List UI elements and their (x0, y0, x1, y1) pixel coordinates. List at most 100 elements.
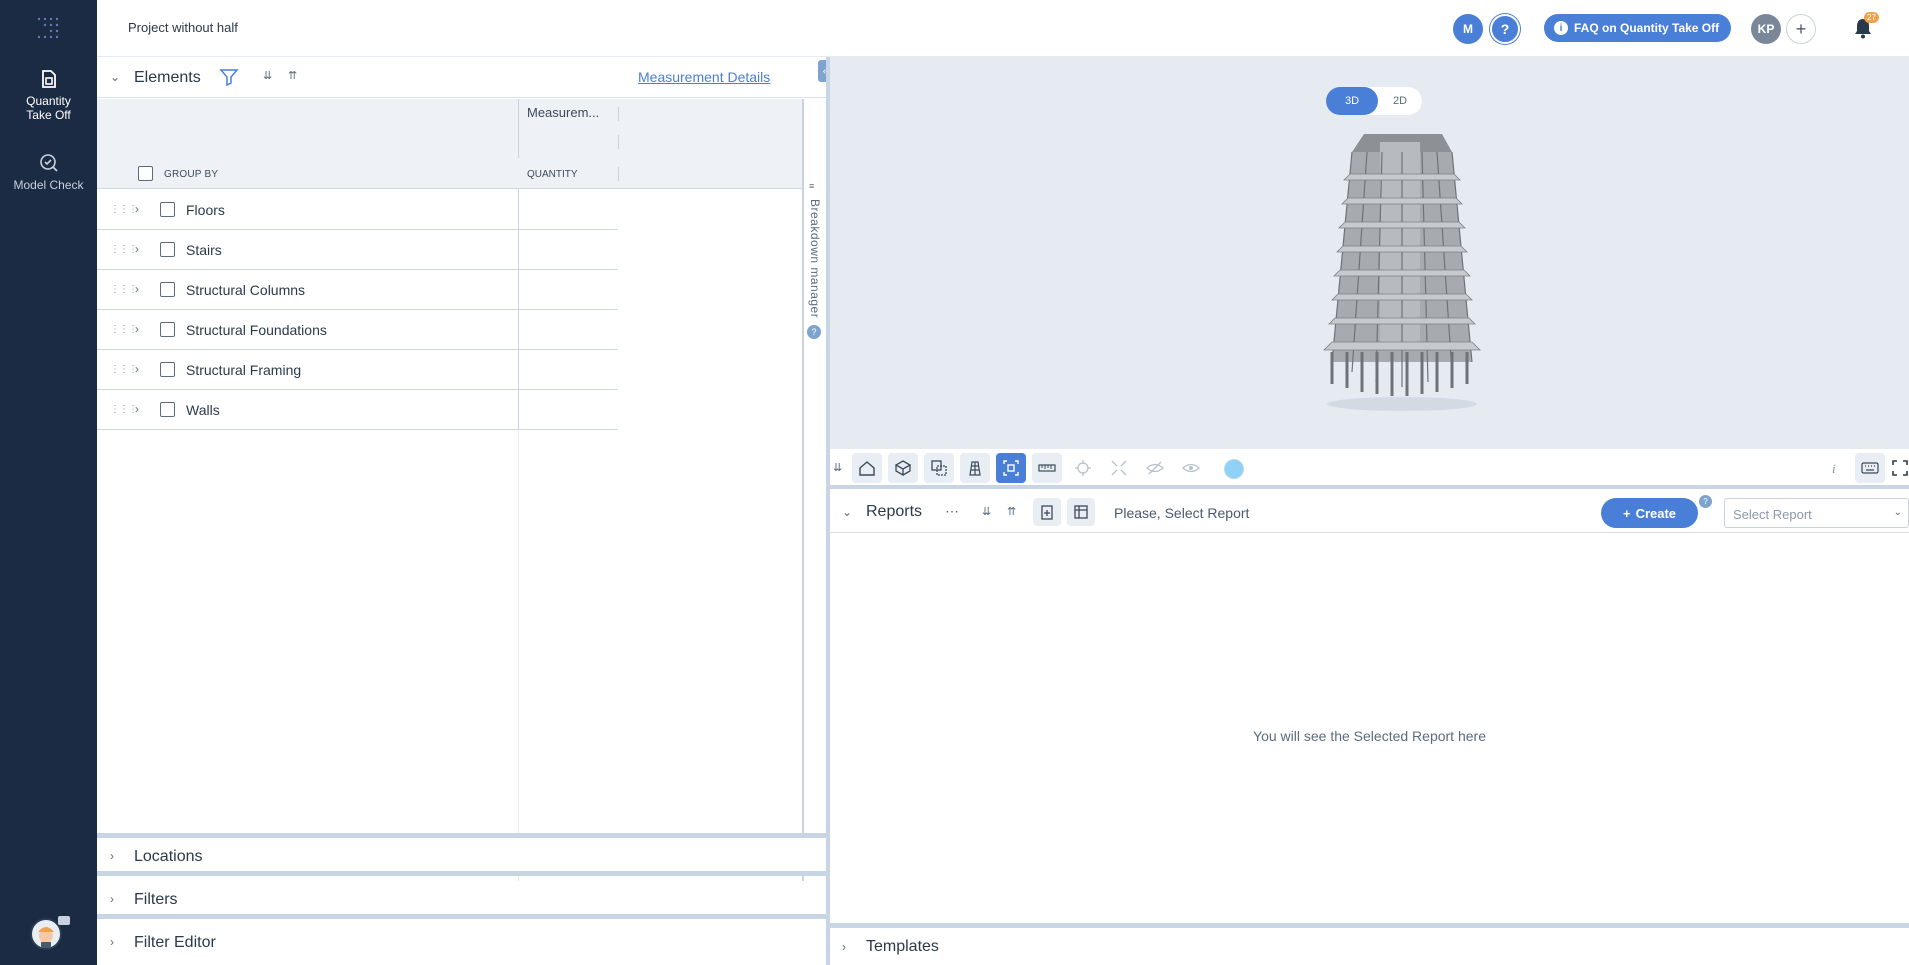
fullscreen-button[interactable] (1885, 453, 1909, 483)
expand-row-chevron-icon[interactable]: › (135, 202, 139, 216)
reports-empty-message: You will see the Selected Report here (1253, 728, 1486, 744)
view-mode-toggle[interactable]: 3D 2D (1326, 87, 1422, 115)
select-box-icon (1003, 460, 1019, 476)
measure-tool-button[interactable] (1032, 453, 1062, 483)
expand-row-chevron-icon[interactable]: › (135, 402, 139, 416)
select-all-checkbox[interactable] (138, 166, 153, 181)
expand-all-icon[interactable]: ⇊ (263, 69, 272, 82)
drag-handle-icon[interactable]: ⋮⋮⋮ (110, 284, 138, 295)
expand-row-chevron-icon[interactable]: › (135, 282, 139, 296)
section-box-button[interactable] (924, 453, 954, 483)
expand-row-chevron-icon[interactable]: › (135, 362, 139, 376)
row-checkbox[interactable] (160, 402, 175, 417)
table-row[interactable]: ⋮⋮⋮ › Structural Foundations (97, 310, 618, 350)
eye-off-icon (1146, 461, 1164, 475)
user-avatar-m[interactable]: M (1453, 14, 1483, 44)
locations-accordion[interactable]: › Locations (97, 838, 826, 876)
project-name[interactable]: Project without half (128, 20, 238, 35)
keyboard-shortcuts-button[interactable] (1855, 453, 1885, 483)
info-tool-button[interactable]: i (1819, 453, 1849, 483)
faq-button[interactable]: i FAQ on Quantity Take Off (1544, 14, 1732, 42)
account-avatar[interactable]: KP (1751, 14, 1781, 44)
table-row[interactable]: ⋮⋮⋮ › Floors (97, 190, 618, 230)
drag-handle-icon[interactable]: ⋮⋮⋮ (110, 204, 138, 215)
measurement-details-link[interactable]: Measurement Details (638, 69, 770, 85)
collapse-reports-chevron-icon[interactable]: ⌄ (842, 505, 852, 519)
create-help-icon[interactable]: ? (1699, 495, 1712, 508)
reports-header: ⌄ Reports ⋯ ⇊ ⇈ Please, Select Report + … (830, 493, 1909, 533)
row-checkbox[interactable] (160, 202, 175, 217)
expand-all-icon[interactable]: ⇊ (982, 505, 991, 518)
more-options-icon[interactable]: ⋯ (945, 503, 959, 520)
select-report-prompt: Please, Select Report (1114, 505, 1250, 521)
app-logo-icon[interactable] (35, 15, 61, 41)
column-header-measurement[interactable]: Measurem... (527, 105, 599, 120)
select-report-dropdown[interactable]: Select Report ⌄ (1724, 498, 1909, 528)
create-report-button[interactable]: + Create (1601, 498, 1698, 528)
viewer-toolbar: ⇊ i (830, 449, 1909, 489)
column-resize-handle[interactable] (618, 107, 619, 121)
focus-tool-button[interactable] (1068, 453, 1098, 483)
drag-handle-icon[interactable]: ⋮⋮⋮ (110, 364, 138, 375)
filters-accordion[interactable]: › Filters (97, 881, 826, 919)
clipboard-icon (1041, 505, 1053, 520)
row-checkbox[interactable] (160, 282, 175, 297)
assistant-avatar[interactable] (30, 916, 70, 950)
model-viewer[interactable]: 3D 2D (830, 57, 1909, 449)
crosshair-icon (1075, 460, 1091, 476)
table-row[interactable]: ⋮⋮⋮ › Structural Columns (97, 270, 618, 310)
color-picker-swatch[interactable] (1224, 459, 1244, 479)
view-3d-button[interactable]: 3D (1326, 87, 1378, 115)
home-view-button[interactable] (852, 453, 882, 483)
fullscreen-icon (1892, 460, 1908, 476)
drag-handle-icon[interactable]: ⋮⋮⋮ (110, 244, 138, 255)
table-row[interactable]: ⋮⋮⋮ › Structural Framing (97, 350, 618, 390)
home-icon (859, 461, 875, 476)
quantity-column-label: QUANTITY (527, 169, 578, 180)
filter-editor-title: Filter Editor (134, 934, 216, 951)
expand-row-chevron-icon[interactable]: › (135, 322, 139, 336)
templates-title: Templates (866, 938, 939, 955)
collapse-all-icon[interactable]: ⇈ (288, 69, 297, 82)
expand-chevron-icon: › (110, 849, 114, 863)
view-2d-button[interactable]: 2D (1378, 87, 1422, 115)
model-view-button[interactable] (888, 453, 918, 483)
drag-handle-icon[interactable]: ⋮⋮⋮ (110, 404, 138, 415)
filter-icon[interactable] (219, 67, 239, 87)
cell-divider (518, 390, 519, 430)
help-icon[interactable]: ? (1490, 14, 1520, 44)
column-resize-handle[interactable] (618, 167, 619, 181)
report-table-button[interactable] (1067, 498, 1095, 526)
explode-tool-button[interactable] (1104, 453, 1134, 483)
cell-divider (518, 350, 519, 390)
row-checkbox[interactable] (160, 362, 175, 377)
add-button[interactable]: + (1786, 14, 1816, 44)
table-row[interactable]: ⋮⋮⋮ › Walls (97, 390, 618, 430)
row-checkbox[interactable] (160, 242, 175, 257)
nav-model-check[interactable]: Model Check (0, 152, 97, 192)
column-resize-handle[interactable] (618, 135, 619, 149)
structure-view-button[interactable] (960, 453, 990, 483)
table-row[interactable]: ⋮⋮⋮ › Stairs (97, 230, 618, 270)
nav-qto-label-2: Take Off (26, 108, 71, 122)
row-checkbox[interactable] (160, 322, 175, 337)
drag-handle-icon[interactable]: ⋮⋮⋮ (110, 324, 138, 335)
collapse-toolbar-icon[interactable]: ⇊ (833, 461, 842, 474)
expand-chevron-icon: › (110, 892, 114, 906)
show-tool-button[interactable] (1176, 453, 1206, 483)
hide-tool-button[interactable] (1140, 453, 1170, 483)
report-add-button[interactable] (1033, 498, 1061, 526)
collapse-elements-chevron-icon[interactable]: ⌄ (110, 70, 120, 84)
expand-row-chevron-icon[interactable]: › (135, 242, 139, 256)
cell-divider (518, 230, 519, 270)
collapse-all-icon[interactable]: ⇈ (1007, 505, 1016, 518)
breakdown-manager-tab[interactable]: ≡ Breakdown manager ? (804, 99, 826, 892)
nav-quantity-take-off[interactable]: Quantity Take Off (0, 68, 97, 122)
breakdown-help-icon[interactable]: ? (807, 325, 821, 339)
cell-divider (518, 190, 519, 230)
filter-editor-accordion[interactable]: › Filter Editor (97, 924, 826, 962)
select-tool-button[interactable] (996, 453, 1026, 483)
row-label: Structural Foundations (186, 322, 327, 338)
templates-accordion[interactable]: › Templates (830, 923, 1909, 965)
building-model-render[interactable] (1292, 112, 1512, 412)
